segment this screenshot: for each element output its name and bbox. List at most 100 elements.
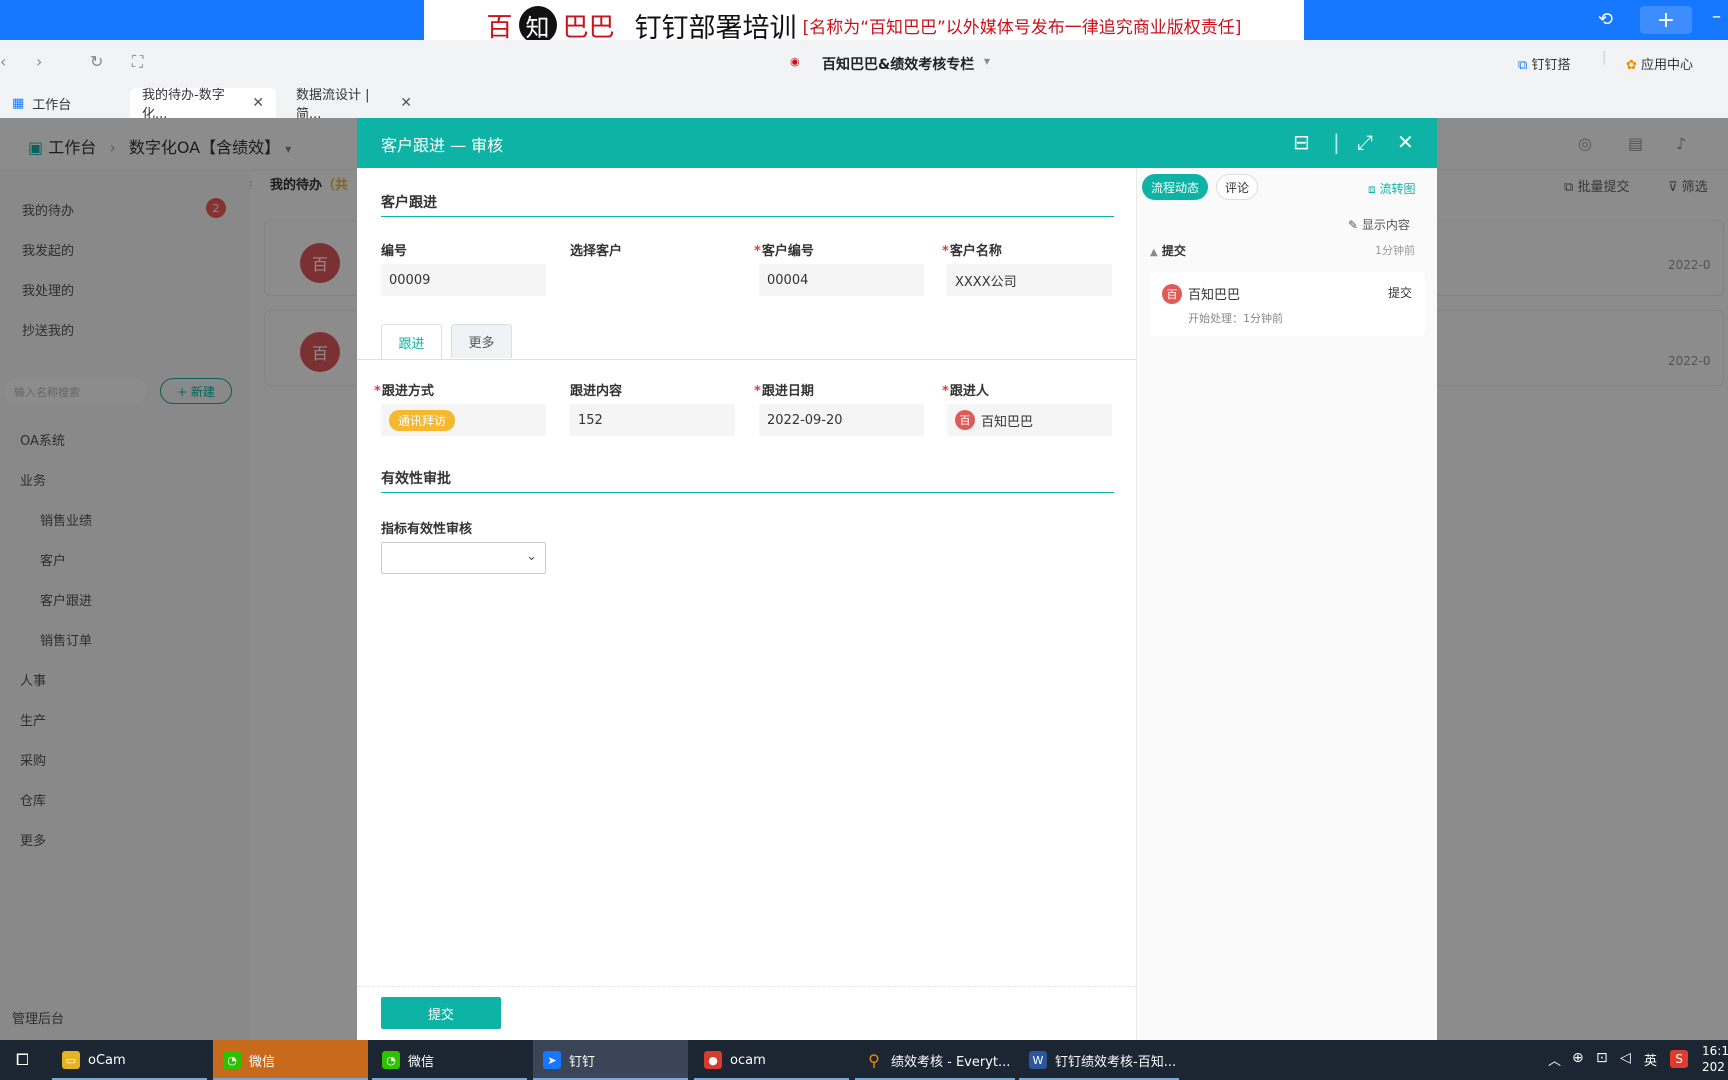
minimize-icon[interactable]: – [1712,6,1721,27]
required-mark: * [942,244,949,259]
tab-follow[interactable]: 跟进 [381,324,442,359]
chevron-down-icon[interactable]: ▾ [984,54,990,68]
field-label-select-customer: 选择客户 [570,240,622,259]
taskbar-item-ocam[interactable]: ▭ oCam [52,1040,207,1080]
taskbar-label: 微信 [408,1054,435,1070]
taskbar-item-word[interactable]: W 钉钉绩效考核-百知... [1019,1040,1179,1080]
dingtalk-link[interactable]: ⧉ 钉钉搭 [1518,54,1570,73]
divider: | [1333,130,1340,154]
dingtalk-label: 钉钉搭 [1531,58,1571,73]
step-header[interactable]: ▲ 提交 [1150,242,1186,259]
dialog-title: 客户跟进 — 审核 [381,136,504,155]
close-icon[interactable]: ✕ [1397,130,1414,154]
show-content-label: 显示内容 [1361,218,1410,232]
back-icon[interactable]: ‹ [0,52,6,71]
tab-dataflow[interactable]: 数据流设计 | 简... ✕ [284,88,424,122]
expand-icon[interactable]: ⤢ [1357,130,1373,154]
field-label-text: 跟进方式 [381,384,434,399]
app-title[interactable]: 百知巴巴&绩效考核专栏 [822,54,974,74]
process-panel: 流程动态 评论 ⧈ 流转图 ✎ 显示内容 ▲ 提交 1分钟前 百 百知巴巴 提交… [1138,168,1437,1040]
app-center-label: 应用中心 [1641,58,1694,73]
required-mark: * [374,384,381,399]
refresh-icon[interactable]: ↻ [90,52,103,71]
card-name: 百知巴巴 [1188,288,1241,303]
flowchart-link[interactable]: ⧈ 流转图 [1368,180,1415,197]
field-label-follow-method: *跟进方式 [374,380,434,399]
forward-icon[interactable]: › [36,52,42,71]
avatar: 百 [1162,284,1182,304]
close-icon[interactable]: ✕ [400,95,412,111]
fullscreen-icon[interactable]: ⛶ [132,52,143,72]
banner-brand-3: 巴巴 [562,12,615,43]
tab-process-flow[interactable]: 流程动态 [1142,174,1208,200]
clock-date: 202 [1702,1060,1725,1074]
field-label-text: 编号 [381,244,408,259]
field-label-text: 跟进日期 [761,384,814,399]
taskbar-item-wechat-1[interactable]: ◔ 微信 [213,1040,368,1080]
field-label-follow-date: *跟进日期 [754,380,814,399]
tray-chevron-up-icon[interactable]: ︿ [1548,1050,1561,1069]
field-label-follow-content: 跟进内容 [570,380,622,399]
card-action: 提交 [1388,286,1413,300]
field-label-text: 客户编号 [761,244,814,259]
caret-up-icon: ▲ [1150,247,1158,258]
taskbar-label: 钉钉绩效考核-百知... [1055,1054,1177,1070]
app-logo-icon: ◉ [790,55,800,68]
clock-time: 16:1 [1702,1044,1728,1058]
submit-button[interactable]: 提交 [381,997,501,1029]
avatar: 百 [955,410,975,430]
show-content-toggle[interactable]: ✎ 显示内容 [1348,216,1410,233]
app-center-link[interactable]: ✿ 应用中心 [1626,54,1693,73]
field-label-customer-number: *客户编号 [754,240,814,259]
task-view-icon[interactable]: ⧠ [16,1050,29,1070]
required-mark: * [754,384,761,399]
tab-label: 我的待办-数字化... [142,88,225,122]
taskbar-item-everything[interactable]: ⚲ 绩效考核 - Everyt... [855,1040,1015,1080]
field-label-customer-name: *客户名称 [942,240,1002,259]
wechat-icon: ◔ [382,1051,400,1069]
taskbar-label: oCam [88,1052,126,1068]
follow-date-field: 2022-09-20 [759,404,924,436]
tab-comment[interactable]: 评论 [1216,174,1258,200]
validity-select[interactable]: ⌄ [381,542,546,574]
tab-more[interactable]: 更多 [451,324,512,358]
taskbar-item-wechat-2[interactable]: ◔ 微信 [372,1040,527,1080]
field-label-validity: 指标有效性审核 [381,522,473,537]
section-title: 有效性审批 [381,471,451,487]
taskbar-item-dingtalk[interactable]: ➤ 钉钉 [533,1040,688,1080]
section-divider [381,492,1114,493]
taskbar-label: 绩效考核 - Everyt... [891,1054,1011,1070]
field-label-text: 选择客户 [570,244,623,259]
approval-dialog: 客户跟进 — 审核 ⊟ | ⤢ ✕ 客户跟进 编号 00009 选择客户 *客户… [357,118,1437,1040]
tab-label: 工作台 [32,97,72,113]
field-label-text: 跟进内容 [570,384,623,399]
wechat-icon: ◔ [223,1051,241,1069]
number-field: 00009 [381,264,546,296]
section-divider [381,216,1114,217]
card-detail: 开始处理：1分钟前 [1188,312,1283,325]
taskbar-item-ocam-rec[interactable]: ● ocam [694,1040,849,1080]
tab-bar: ▦ 工作台 我的待办-数字化... ✕ 数据流设计 | 简... ✕ [0,86,1728,122]
clock[interactable]: 16:1 202 [1702,1043,1728,1075]
customer-number-field: 00004 [759,264,924,296]
volume-icon[interactable]: ◁ [1620,1050,1631,1066]
globe-icon[interactable]: ⊕ [1572,1050,1584,1066]
section-title: 客户跟进 [381,195,437,211]
search-icon: ⚲ [868,1050,880,1070]
field-label-text: 客户名称 [949,244,1002,259]
new-tab-button[interactable]: + [1640,6,1692,34]
form-panel: 客户跟进 编号 00009 选择客户 *客户编号 00004 *客户名称 XXX… [357,168,1137,1040]
tab-label: 数据流设计 | 简... [296,88,370,122]
grid-icon: ▦ [12,95,25,111]
network-icon[interactable]: ⊡ [1596,1050,1608,1066]
tab-workbench[interactable]: ▦ 工作台 [0,88,83,118]
follow-method-field: 通讯拜访 [381,404,546,436]
required-mark: * [754,244,761,259]
step-time: 1分钟前 [1375,244,1415,257]
side-panel-icon[interactable]: ⊟ [1293,130,1310,154]
close-icon[interactable]: ✕ [252,95,264,111]
tab-todo[interactable]: 我的待办-数字化... ✕ [130,88,276,122]
sogou-icon[interactable]: S [1670,1050,1688,1068]
history-icon[interactable]: ⟲ [1598,9,1613,30]
ime-indicator[interactable]: 英 [1644,1050,1657,1069]
